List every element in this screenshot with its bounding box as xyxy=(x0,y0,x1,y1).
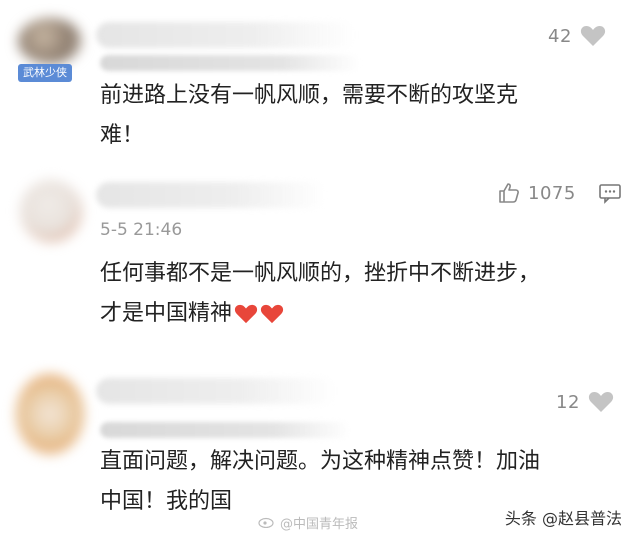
user-badge: 武林少侠 xyxy=(18,64,72,82)
avatar[interactable] xyxy=(20,180,82,242)
heart-icon xyxy=(588,390,614,414)
meta-blurred xyxy=(100,422,350,438)
heart-emojis xyxy=(234,303,284,325)
comment-1: 武林少侠 42 前进路上没有一帆风顺，需要不断的攻坚克 难！ xyxy=(0,0,640,170)
username-blurred xyxy=(96,378,336,404)
reply-icon[interactable] xyxy=(598,182,622,204)
meta-blurred xyxy=(100,55,360,71)
comment-time: 5-5 21:46 xyxy=(100,220,183,240)
like-count: 42 xyxy=(548,25,572,47)
username-blurred xyxy=(96,182,326,208)
heart-icon xyxy=(580,24,606,48)
like-button[interactable]: 42 xyxy=(548,24,606,48)
avatar[interactable] xyxy=(18,18,82,64)
watermark-author: 头条 @赵县普法 xyxy=(504,509,622,528)
comment-text-line: 前进路上没有一帆风顺，需要不断的攻坚克 xyxy=(100,83,519,108)
comment-text-line: 难！ xyxy=(100,123,145,148)
like-button[interactable]: 1075 xyxy=(498,182,576,204)
thumbs-up-icon xyxy=(498,182,520,204)
like-count: 12 xyxy=(556,391,580,413)
watermark-left-text: @中国青年报 xyxy=(280,517,359,532)
red-heart-icon xyxy=(234,304,258,324)
comment-text-line: 才是中国精神 xyxy=(100,294,600,334)
red-heart-icon xyxy=(260,304,284,324)
comment-text: 前进路上没有一帆风顺，需要不断的攻坚克 难！ xyxy=(100,76,600,156)
like-button[interactable]: 12 xyxy=(556,390,614,414)
like-count: 1075 xyxy=(528,182,576,204)
weibo-icon xyxy=(258,514,276,532)
comment-text: 任何事都不是一帆风顺的，挫折中不断进步， 才是中国精神 xyxy=(100,254,600,334)
avatar[interactable] xyxy=(16,374,84,454)
comment-2: 5-5 21:46 1075 任何事都不是一帆风顺的，挫折中不断进步， 才是中国… xyxy=(0,170,640,360)
watermark-source: @中国青年报 xyxy=(258,513,358,532)
username-blurred xyxy=(96,22,356,48)
comment-text-span: 才是中国精神 xyxy=(100,301,233,326)
comment-text-line: 直面问题，解决问题。为这种精神点赞！加油 xyxy=(100,449,541,474)
comment-text-line: 任何事都不是一帆风顺的，挫折中不断进步， xyxy=(100,261,541,286)
